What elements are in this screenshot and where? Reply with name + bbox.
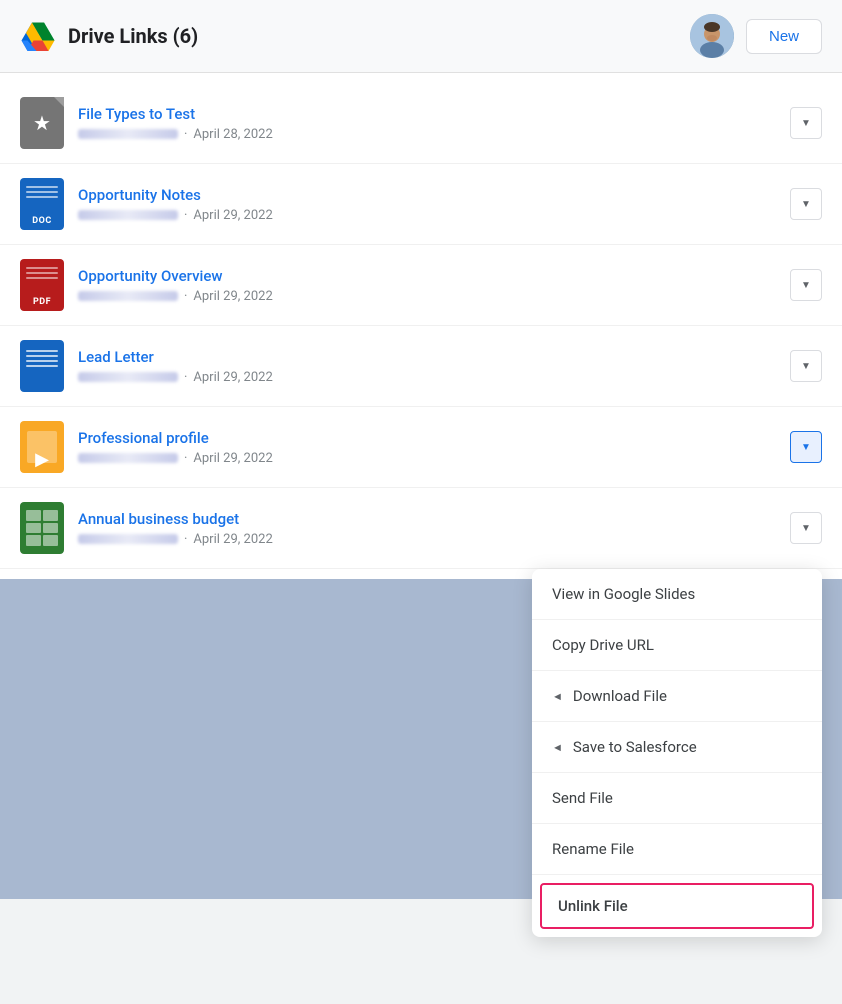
list-item: PDF Opportunity Overview · April 29, 202… xyxy=(0,245,842,326)
list-item: Annual business budget · April 29, 2022 … xyxy=(0,488,842,569)
chevron-down-icon: ▼ xyxy=(801,199,811,210)
chevron-down-icon: ▼ xyxy=(801,280,811,291)
context-menu: View in Google Slides Copy Drive URL Dow… xyxy=(532,569,822,937)
file-name: Professional profile xyxy=(78,429,790,447)
dropdown-button-active[interactable]: ▼ xyxy=(790,431,822,463)
chevron-down-icon: ▼ xyxy=(801,442,811,453)
menu-item-view-slides[interactable]: View in Google Slides xyxy=(532,569,822,620)
file-icon-slides: ▶ xyxy=(20,421,64,473)
file-name: Opportunity Notes xyxy=(78,186,790,204)
google-drive-logo xyxy=(20,18,56,54)
menu-item-send[interactable]: Send File xyxy=(532,773,822,824)
dropdown-button[interactable]: ▼ xyxy=(790,188,822,220)
file-date: April 29, 2022 xyxy=(193,532,272,547)
chevron-down-icon: ▼ xyxy=(801,523,811,534)
file-meta: · April 29, 2022 xyxy=(78,370,790,385)
file-name: File Types to Test xyxy=(78,105,790,123)
file-meta: · April 29, 2022 xyxy=(78,451,790,466)
file-meta: · April 28, 2022 xyxy=(78,127,790,142)
file-meta: · April 29, 2022 xyxy=(78,532,790,547)
file-date: April 29, 2022 xyxy=(193,208,272,223)
file-url-blur xyxy=(78,291,178,301)
menu-item-copy-url[interactable]: Copy Drive URL xyxy=(532,620,822,671)
file-icon-pdf: PDF xyxy=(20,259,64,311)
file-name: Lead Letter xyxy=(78,348,790,366)
list-item: File Types to Test · April 28, 2022 ▼ xyxy=(0,83,842,164)
new-button[interactable]: New xyxy=(746,19,822,54)
file-url-blur xyxy=(78,129,178,139)
file-url-blur xyxy=(78,210,178,220)
bottom-panel: View in Google Slides Copy Drive URL Dow… xyxy=(0,579,842,899)
file-date: April 28, 2022 xyxy=(193,127,272,142)
file-icon-doc: DOC xyxy=(20,178,64,230)
file-date: April 29, 2022 xyxy=(193,451,272,466)
file-info: Opportunity Overview · April 29, 2022 xyxy=(78,267,790,304)
file-meta: · April 29, 2022 xyxy=(78,289,790,304)
dropdown-button[interactable]: ▼ xyxy=(790,350,822,382)
chevron-down-icon: ▼ xyxy=(801,361,811,372)
list-item: ▶ Professional profile · April 29, 2022 … xyxy=(0,407,842,488)
file-name: Annual business budget xyxy=(78,510,790,528)
file-info: Lead Letter · April 29, 2022 xyxy=(78,348,790,385)
menu-item-rename[interactable]: Rename File xyxy=(532,824,822,875)
menu-item-save-salesforce[interactable]: Save to Salesforce xyxy=(532,722,822,773)
file-info: Annual business budget · April 29, 2022 xyxy=(78,510,790,547)
chevron-down-icon: ▼ xyxy=(801,118,811,129)
list-item: Lead Letter · April 29, 2022 ▼ xyxy=(0,326,842,407)
dropdown-button[interactable]: ▼ xyxy=(790,512,822,544)
file-url-blur xyxy=(78,372,178,382)
file-icon-sheets xyxy=(20,502,64,554)
file-date: April 29, 2022 xyxy=(193,289,272,304)
app-title: Drive Links (6) xyxy=(68,24,678,48)
file-info: File Types to Test · April 28, 2022 xyxy=(78,105,790,142)
file-url-blur xyxy=(78,534,178,544)
file-icon-star xyxy=(20,97,64,149)
file-name: Opportunity Overview xyxy=(78,267,790,285)
menu-item-unlink[interactable]: Unlink File xyxy=(540,883,814,929)
file-date: April 29, 2022 xyxy=(193,370,272,385)
dropdown-button[interactable]: ▼ xyxy=(790,107,822,139)
file-list: File Types to Test · April 28, 2022 ▼ DO… xyxy=(0,73,842,579)
file-info: Professional profile · April 29, 2022 xyxy=(78,429,790,466)
app-header: Drive Links (6) New xyxy=(0,0,842,73)
file-meta: · April 29, 2022 xyxy=(78,208,790,223)
avatar[interactable] xyxy=(690,14,734,58)
file-info: Opportunity Notes · April 29, 2022 xyxy=(78,186,790,223)
file-url-blur xyxy=(78,453,178,463)
dropdown-button[interactable]: ▼ xyxy=(790,269,822,301)
file-icon-gdoc xyxy=(20,340,64,392)
list-item: DOC Opportunity Notes · April 29, 2022 ▼ xyxy=(0,164,842,245)
menu-item-download[interactable]: Download File xyxy=(532,671,822,722)
